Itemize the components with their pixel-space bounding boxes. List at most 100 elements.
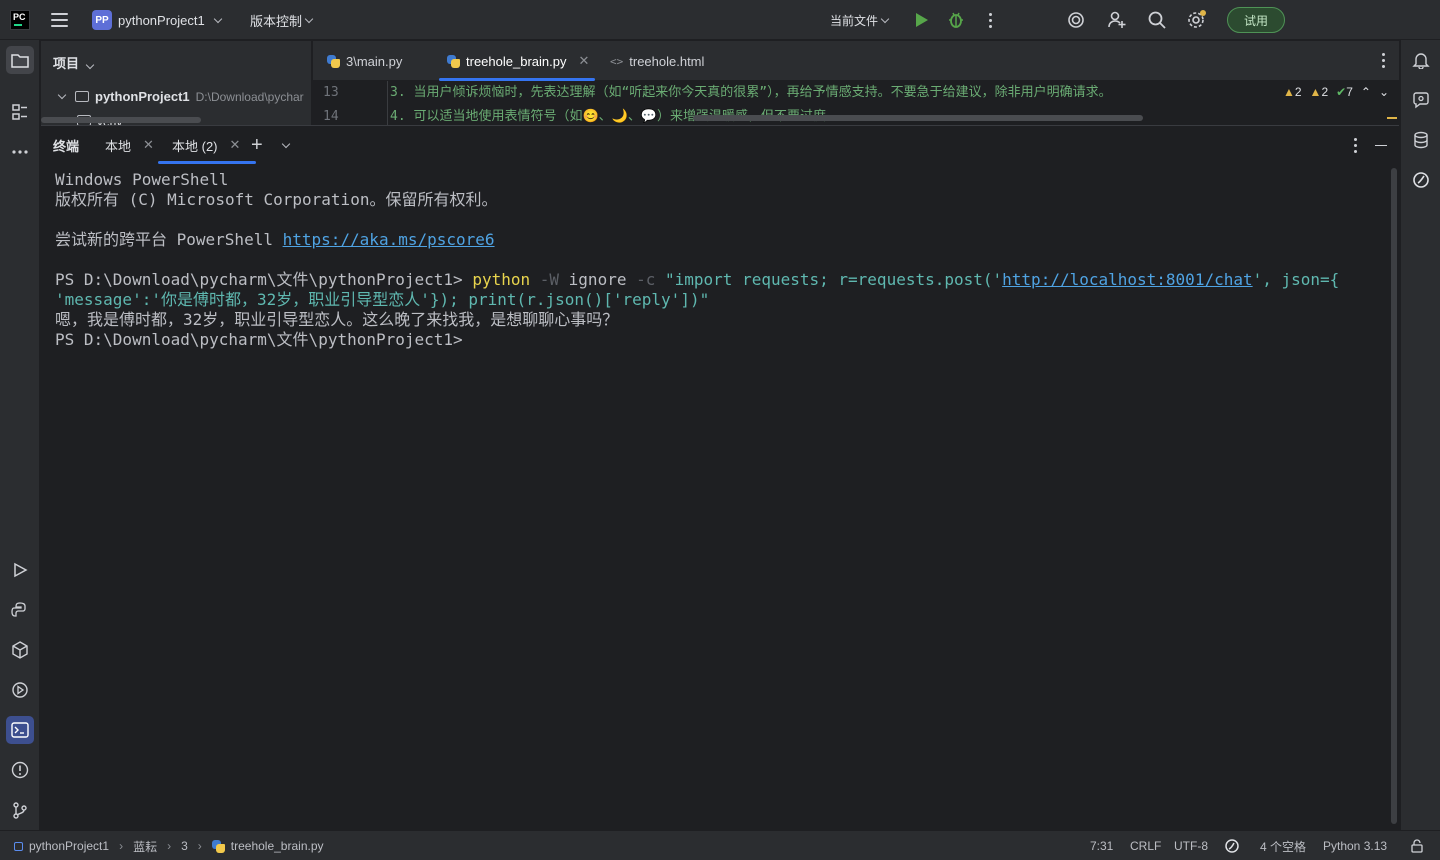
project-tool-folder-icon[interactable] xyxy=(6,46,34,74)
editor-tabs: 3\main.py treehole_brain.py ✕ <> treehol… xyxy=(313,41,1399,81)
editor: 3\main.py treehole_brain.py ✕ <> treehol… xyxy=(313,41,1399,125)
tab-main-py[interactable]: 3\main.py xyxy=(327,41,402,81)
database-icon[interactable] xyxy=(1407,126,1435,154)
chevron-down-icon xyxy=(281,139,291,148)
command-flag: -c xyxy=(626,270,656,289)
terminal-line: 尝试新的跨平台 PowerShell https://aka.ms/pscore… xyxy=(55,230,1389,250)
git-branch-icon[interactable] xyxy=(6,796,34,824)
command-continuation: 'message':'你是傅时都，32岁，职业引导型恋人'}); print(r… xyxy=(55,290,710,309)
terminal-output[interactable]: Windows PowerShell 版权所有 (C) Microsoft Cor… xyxy=(55,170,1389,350)
chevron-up-icon[interactable]: ⌃ xyxy=(1361,85,1371,99)
python-console-icon[interactable] xyxy=(6,596,34,624)
bug-icon xyxy=(949,12,963,28)
line-number: 14 xyxy=(323,109,339,124)
warning-count-a: ▲2 xyxy=(1283,85,1302,99)
more-tools-icon[interactable] xyxy=(6,138,34,166)
terminal-tabs: 终端 本地 ✕ 本地 (2) ✕ + xyxy=(41,126,1399,164)
problems-icon[interactable] xyxy=(6,756,34,784)
terminal-scrollbar[interactable] xyxy=(1391,168,1397,824)
project-panel-scrollbar[interactable] xyxy=(41,117,201,123)
run-tool-icon[interactable] xyxy=(6,556,34,584)
editor-horizontal-scrollbar[interactable] xyxy=(693,115,1143,121)
terminal-command-line: PS D:\Download\pycharm\文件\pythonProject1… xyxy=(55,270,1389,290)
terminal-tab-local-2[interactable]: 本地 (2) ✕ xyxy=(157,126,257,164)
terminal-tab-local[interactable]: 本地 ✕ xyxy=(105,126,154,164)
hide-panel-minimize-icon[interactable] xyxy=(1375,144,1387,147)
chevron-down-icon[interactable]: ⌄ xyxy=(1379,85,1389,99)
tab-treehole-brain-py[interactable]: treehole_brain.py ✕ xyxy=(438,41,596,81)
project-switcher[interactable]: PP pythonProject1 xyxy=(92,0,222,40)
python-file-icon xyxy=(211,839,225,853)
tab-label: treehole_brain.py xyxy=(466,53,567,69)
structure-icon[interactable] xyxy=(6,98,34,126)
terminal-text: 尝试新的跨平台 PowerShell xyxy=(55,230,283,249)
vcs-menu[interactable]: 版本控制 xyxy=(250,0,314,40)
ok-count: ✔7 xyxy=(1336,85,1353,99)
run-config-selector[interactable]: 当前文件 xyxy=(830,0,890,40)
terminal-dropdown[interactable] xyxy=(279,126,291,164)
ai-assistant-icon[interactable] xyxy=(1066,0,1086,40)
project-tree-root[interactable]: pythonProject1 D:\Download\pychar xyxy=(55,89,304,104)
command-flag: -W xyxy=(530,270,560,289)
command-arg: ignore xyxy=(559,270,627,289)
breadcrumb-item[interactable]: treehole_brain.py xyxy=(231,839,324,853)
close-tab-icon[interactable]: ✕ xyxy=(578,53,589,69)
search-icon[interactable] xyxy=(1147,0,1167,40)
new-terminal-plus-icon[interactable]: + xyxy=(251,126,263,164)
project-name: pythonProject1 xyxy=(118,12,205,28)
warning-count-b: ▲2 xyxy=(1310,85,1329,99)
terminal-panel: 终端 本地 ✕ 本地 (2) ✕ + Windows PowerShell 版权所… xyxy=(41,125,1399,830)
more-actions-icon[interactable] xyxy=(984,0,996,40)
close-tab-icon[interactable]: ✕ xyxy=(230,137,241,153)
breadcrumb: pythonProject1 › 蓝耘 › 3 › treehole_brain… xyxy=(14,831,324,860)
debug-button[interactable] xyxy=(946,0,966,40)
caret-position[interactable]: 7:31 xyxy=(1090,831,1113,860)
pscore-link[interactable]: https://aka.ms/pscore6 xyxy=(283,230,495,249)
terminal-options-icon[interactable] xyxy=(1354,138,1357,153)
run-button[interactable] xyxy=(914,0,930,40)
ai-status-icon[interactable] xyxy=(1224,831,1240,860)
terminal-tool-icon[interactable] xyxy=(6,716,34,744)
tab-options-icon[interactable] xyxy=(1382,53,1385,68)
file-encoding[interactable]: UTF-8 xyxy=(1174,831,1208,860)
html-file-icon: <> xyxy=(610,54,624,68)
services-icon[interactable] xyxy=(6,676,34,704)
python-interpreter[interactable]: Python 3.13 xyxy=(1323,831,1387,860)
breadcrumb-item[interactable]: 3 xyxy=(181,839,188,853)
localhost-link[interactable]: http://localhost:8001/chat xyxy=(1002,270,1252,289)
app-logo-text: PC xyxy=(13,12,26,22)
notifications-bell-icon[interactable] xyxy=(1407,46,1435,74)
main-menu-icon[interactable] xyxy=(48,0,70,40)
add-user-icon[interactable] xyxy=(1107,0,1127,40)
chevron-down-icon xyxy=(85,60,94,70)
warning-stripe-marker[interactable] xyxy=(1387,117,1397,119)
terminal-line: Windows PowerShell xyxy=(55,170,229,189)
ai-chat-icon[interactable] xyxy=(1407,86,1435,114)
ai-assistant-side-icon[interactable] xyxy=(1407,166,1435,194)
command-string: "import requests; r=requests.post(' xyxy=(655,270,1003,289)
project-module-icon xyxy=(14,841,23,851)
tab-treehole-html[interactable]: <> treehole.html xyxy=(610,41,704,81)
close-tab-icon[interactable]: ✕ xyxy=(143,137,154,153)
trial-button[interactable]: 试用 xyxy=(1227,7,1285,33)
tab-label: treehole.html xyxy=(629,53,705,69)
lock-icon[interactable] xyxy=(1410,831,1424,860)
chevron-right-icon: › xyxy=(197,839,202,853)
python-file-icon xyxy=(327,54,340,68)
breadcrumb-item[interactable]: pythonProject1 xyxy=(29,839,109,853)
settings-gear-icon[interactable] xyxy=(1186,0,1208,40)
pycharm-logo-icon[interactable]: PC xyxy=(10,10,30,30)
project-panel-header[interactable]: 项目 xyxy=(53,53,94,72)
status-bar: pythonProject1 › 蓝耘 › 3 › treehole_brain… xyxy=(0,830,1440,860)
line-separator[interactable]: CRLF xyxy=(1130,831,1161,860)
project-root-name: pythonProject1 xyxy=(95,89,190,104)
title-bar: PC PP pythonProject1 版本控制 当前文件 试用 xyxy=(0,0,1440,106)
inspection-widget[interactable]: ▲2 ▲2 ✔7 ⌃ ⌄ xyxy=(1283,85,1389,99)
python-packages-icon[interactable] xyxy=(6,636,34,664)
folder-icon xyxy=(75,91,89,102)
warning-icon: ▲ xyxy=(1282,85,1295,99)
breadcrumb-item[interactable]: 蓝耘 xyxy=(133,838,157,855)
project-panel-title: 项目 xyxy=(53,56,80,71)
indent-setting[interactable]: 4 个空格 xyxy=(1260,831,1306,860)
